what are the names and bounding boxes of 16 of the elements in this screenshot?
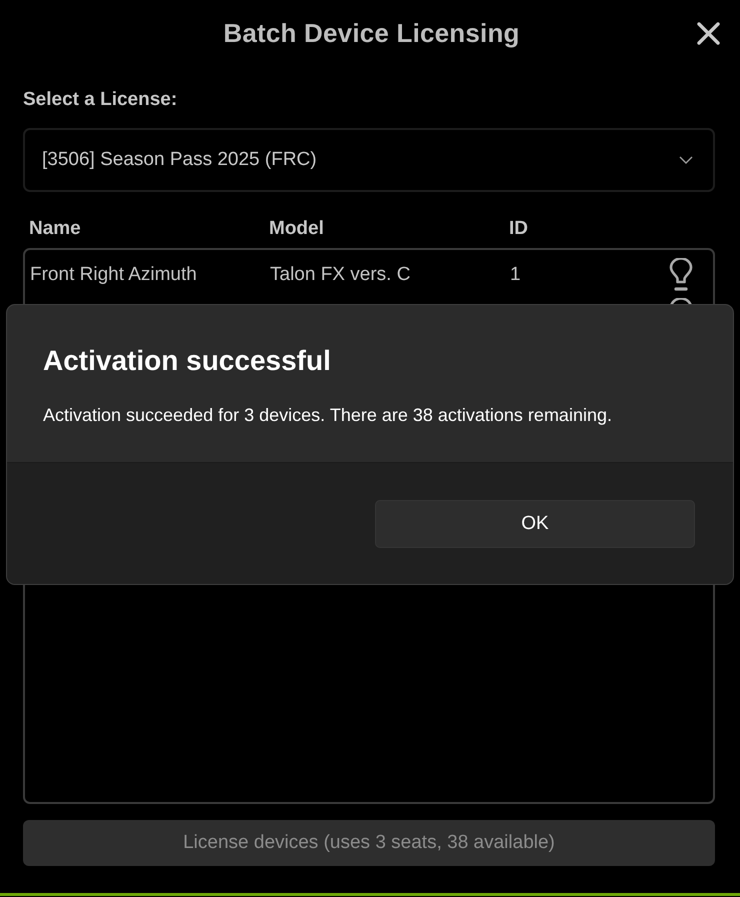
license-dropdown[interactable]: [3506] Season Pass 2025 (FRC) [23,128,715,192]
column-header: Model [269,218,324,240]
dialog-title: Activation successful [43,344,332,378]
field-label: Select a License: [23,88,178,112]
table-cell: Front Right Azimuth [30,264,197,286]
dialog-message: Activation succeeded for 3 devices. There are 38 activations remaining. [43,404,613,427]
table-cell: 1 [510,264,521,286]
column-header: Name [29,218,81,240]
column-header: ID [509,218,528,240]
window-title: Batch Device Licensing [223,18,520,48]
close-icon[interactable] [697,22,720,44]
dropdown-value: [3506] Season Pass 2025 (FRC) [42,149,317,171]
table-cell: Talon FX vers. C [270,264,410,286]
ok-button[interactable]: OK [375,500,695,548]
chevron-down-icon [679,156,693,164]
lightbulb-icon[interactable] [669,258,693,292]
